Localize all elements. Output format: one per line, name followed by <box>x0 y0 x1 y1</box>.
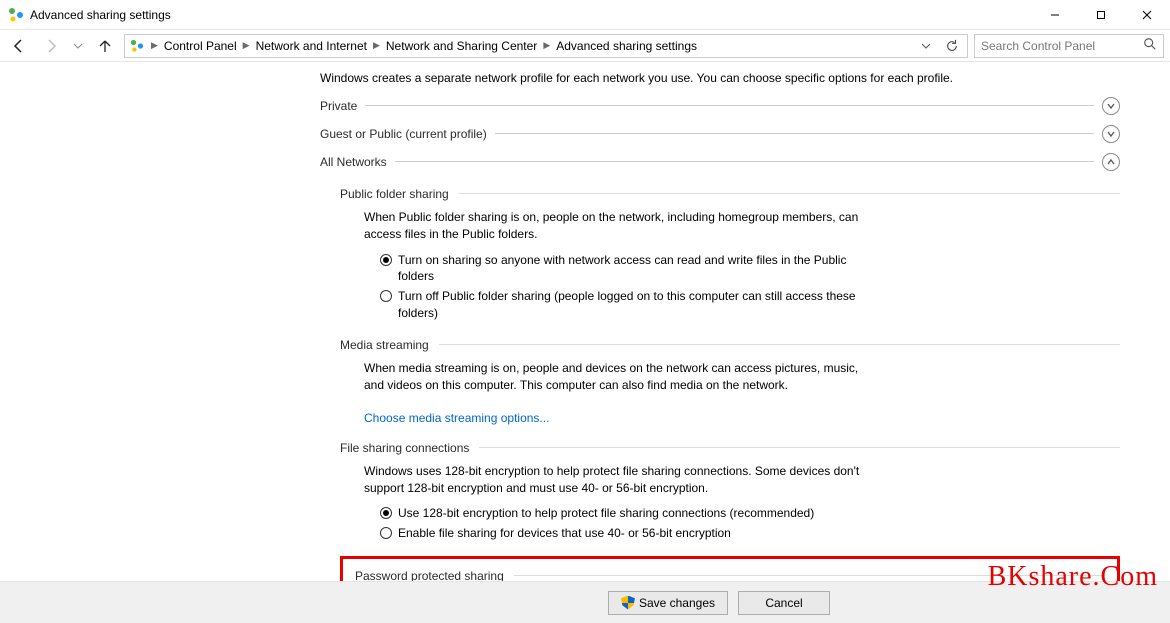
profile-guest-label: Guest or Public (current profile) <box>320 127 487 141</box>
footer: Save changes Cancel <box>0 581 1170 623</box>
chevron-down-icon[interactable] <box>1102 97 1120 115</box>
radio-icon[interactable] <box>380 290 392 302</box>
profile-guest-header[interactable]: Guest or Public (current profile) <box>320 125 1120 143</box>
section-title: Password protected sharing <box>355 569 504 581</box>
profile-all-label: All Networks <box>320 155 387 169</box>
breadcrumb-sharing-center[interactable]: Network and Sharing Center <box>386 39 537 53</box>
forward-button[interactable] <box>38 33 64 59</box>
radio-icon[interactable] <box>380 527 392 539</box>
radio-public-sharing-on[interactable]: Turn on sharing so anyone with network a… <box>380 252 860 286</box>
radio-public-sharing-off[interactable]: Turn off Public folder sharing (people l… <box>380 288 860 322</box>
navbar: ▶ Control Panel ▶ Network and Internet ▶… <box>0 30 1170 62</box>
profile-private-label: Private <box>320 99 357 113</box>
chevron-right-icon[interactable]: ▶ <box>149 40 160 51</box>
minimize-button[interactable] <box>1032 0 1078 30</box>
section-title: Media streaming <box>340 338 429 352</box>
chevron-up-icon[interactable] <box>1102 153 1120 171</box>
search-icon[interactable] <box>1143 37 1159 54</box>
chevron-right-icon[interactable]: ▶ <box>541 40 552 51</box>
media-streaming-options-link[interactable]: Choose media streaming options... <box>364 411 549 425</box>
chevron-right-icon[interactable]: ▶ <box>241 40 252 51</box>
all-networks-section: Public folder sharing When Public folder… <box>340 187 1120 581</box>
intro-text: Windows creates a separate network profi… <box>320 70 1120 87</box>
close-button[interactable] <box>1124 0 1170 30</box>
profile-private-header[interactable]: Private <box>320 97 1120 115</box>
media-streaming-header: Media streaming <box>340 338 1120 352</box>
network-sharing-icon <box>8 7 24 23</box>
shield-icon <box>621 596 635 610</box>
file-sharing-connections-header: File sharing connections <box>340 441 1120 455</box>
chevron-right-icon[interactable]: ▶ <box>371 40 382 51</box>
search-box[interactable] <box>974 34 1164 58</box>
refresh-button[interactable] <box>941 35 963 57</box>
section-title: File sharing connections <box>340 441 469 455</box>
password-protected-sharing-header: Password protected sharing <box>355 569 1105 581</box>
file-sharing-connections-options: Use 128-bit encryption to help protect f… <box>380 505 1120 542</box>
cancel-button[interactable]: Cancel <box>738 591 830 615</box>
section-title: Public folder sharing <box>340 187 449 201</box>
breadcrumb-network-internet[interactable]: Network and Internet <box>256 39 367 53</box>
recent-locations-dropdown[interactable] <box>70 33 86 59</box>
content-scroll[interactable]: Windows creates a separate network profi… <box>0 62 1170 581</box>
profile-all-networks-header[interactable]: All Networks <box>320 153 1120 171</box>
breadcrumb-control-panel[interactable]: Control Panel <box>164 39 237 53</box>
address-bar[interactable]: ▶ Control Panel ▶ Network and Internet ▶… <box>124 34 968 58</box>
window-title: Advanced sharing settings <box>30 8 171 22</box>
maximize-button[interactable] <box>1078 0 1124 30</box>
media-streaming-desc: When media streaming is on, people and d… <box>364 360 864 395</box>
network-sharing-icon <box>129 38 145 54</box>
radio-icon[interactable] <box>380 254 392 266</box>
public-folder-sharing-options: Turn on sharing so anyone with network a… <box>380 252 1120 322</box>
breadcrumb-advanced-sharing[interactable]: Advanced sharing settings <box>556 39 697 53</box>
file-sharing-connections-desc: Windows uses 128-bit encryption to help … <box>364 463 864 498</box>
radio-128bit-encryption[interactable]: Use 128-bit encryption to help protect f… <box>380 505 860 522</box>
radio-4056bit-encryption[interactable]: Enable file sharing for devices that use… <box>380 525 860 542</box>
radio-icon[interactable] <box>380 507 392 519</box>
public-folder-sharing-header: Public folder sharing <box>340 187 1120 201</box>
titlebar: Advanced sharing settings <box>0 0 1170 30</box>
password-protected-sharing-highlight: Password protected sharing When password… <box>340 556 1120 581</box>
public-folder-sharing-desc: When Public folder sharing is on, people… <box>364 209 864 244</box>
back-button[interactable] <box>6 33 32 59</box>
up-button[interactable] <box>92 33 118 59</box>
chevron-down-icon[interactable] <box>1102 125 1120 143</box>
search-input[interactable] <box>979 38 1139 54</box>
address-dropdown-button[interactable] <box>915 35 937 57</box>
save-changes-button[interactable]: Save changes <box>608 591 728 615</box>
